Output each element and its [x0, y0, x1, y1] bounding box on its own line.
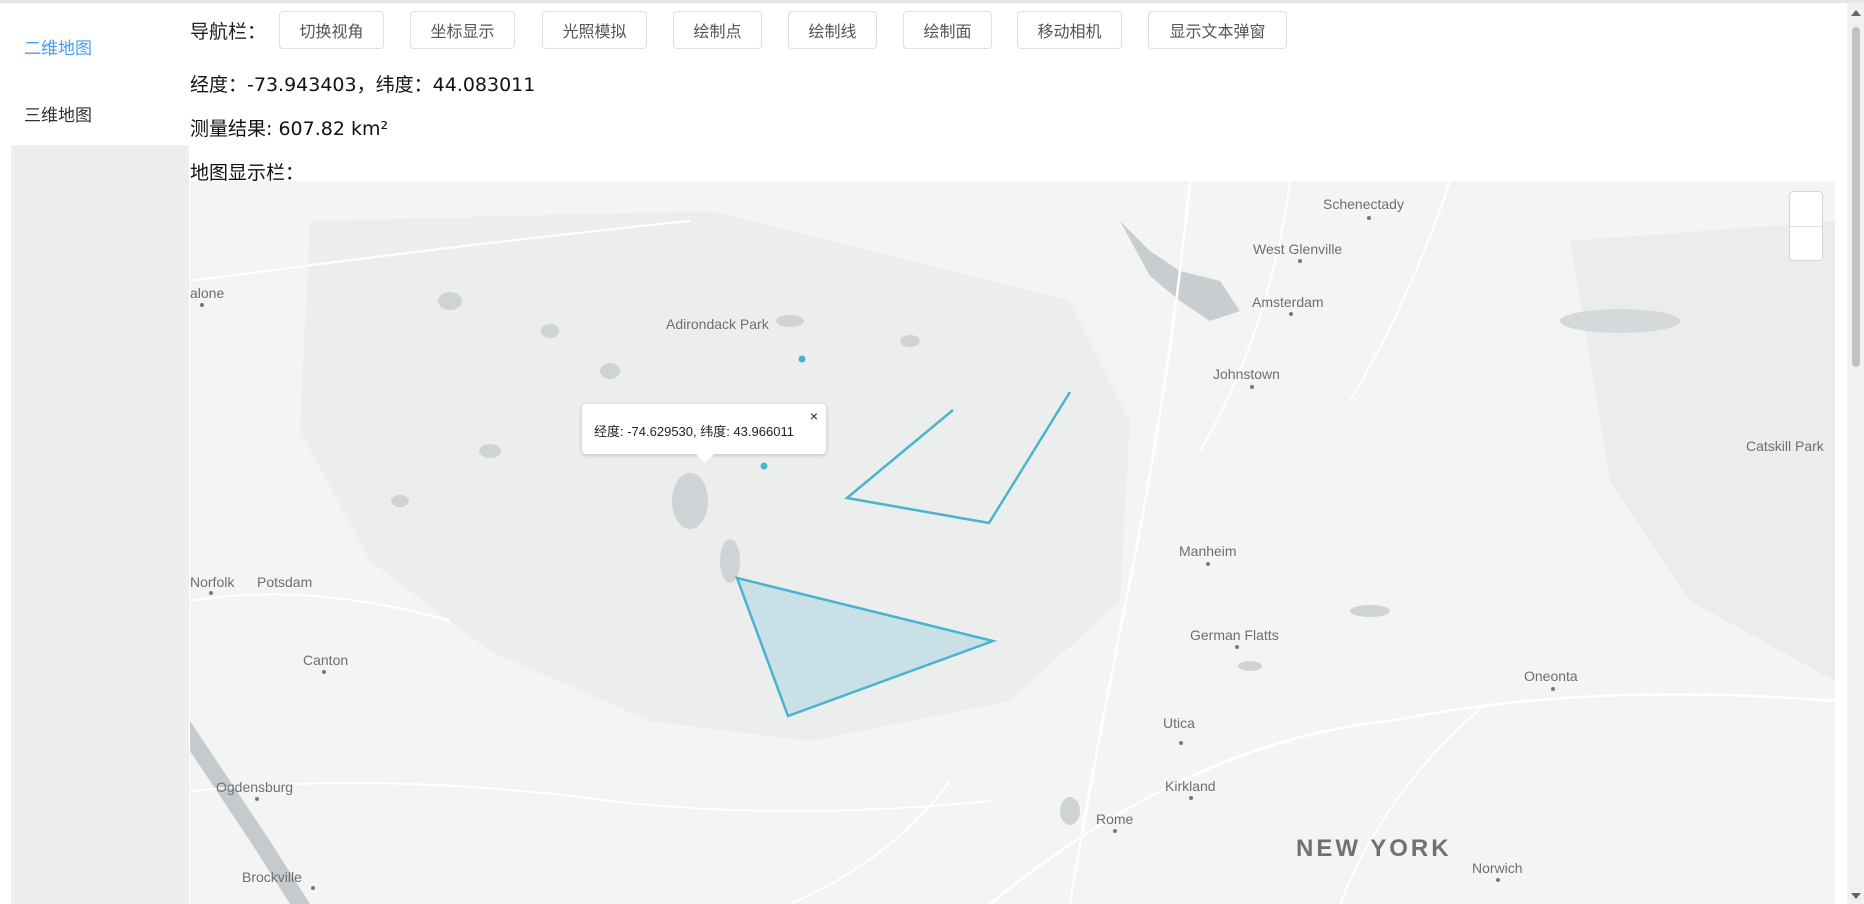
map-label: Johnstown	[1213, 366, 1280, 382]
map-label: Utica	[1163, 715, 1195, 731]
sidebar-item-2d-map[interactable]: 二维地图	[24, 34, 92, 59]
city-dot	[1235, 645, 1239, 649]
city-dot	[1289, 312, 1293, 316]
city-dot	[322, 670, 326, 674]
map-label: Adirondack Park	[666, 316, 769, 332]
city-dot	[1551, 687, 1555, 691]
coordinate-popup: 经度: -74.629530, 纬度: 43.966011 ×	[582, 404, 826, 463]
scrollbar-thumb[interactable]	[1852, 27, 1860, 367]
nav-label: 导航栏：	[190, 21, 267, 43]
draw-polygon-button[interactable]: 绘制面	[903, 11, 992, 49]
city-dot	[1298, 259, 1302, 263]
zoom-in-button[interactable]	[1790, 192, 1822, 227]
close-icon[interactable]: ×	[810, 408, 818, 424]
map-label: Schenectady	[1323, 196, 1404, 212]
popup-text: 经度: -74.629530, 纬度: 43.966011	[594, 424, 794, 439]
city-dot	[1179, 741, 1183, 745]
map-label: Brockville	[242, 869, 302, 885]
map-label: Rome	[1096, 811, 1134, 827]
zoom-out-button[interactable]	[1790, 227, 1822, 261]
popup-tip	[696, 454, 714, 463]
measure-result: 测量结果: 607.82 km²	[190, 118, 389, 140]
map-label: Norfolk	[190, 574, 235, 590]
show-text-popup-button[interactable]: 显示文本弹窗	[1148, 11, 1287, 49]
city-dot	[311, 886, 315, 890]
vertical-scrollbar[interactable]	[1847, 3, 1864, 904]
coordinates-readout: 经度：-73.943403，纬度：44.083011	[190, 74, 536, 96]
map-basemap	[190, 181, 1835, 904]
city-dot	[1367, 216, 1371, 220]
draw-point-button[interactable]: 绘制点	[673, 11, 762, 49]
map-label: Kirkland	[1165, 778, 1216, 794]
map-label: Canton	[303, 652, 349, 668]
city-dot	[200, 303, 204, 307]
map-label: German Flatts	[1190, 627, 1279, 643]
map-view[interactable]: Schenectady West Glenville Amsterdam alo…	[190, 181, 1835, 904]
city-dot	[1206, 562, 1210, 566]
map-label: Ogdensburg	[216, 779, 294, 795]
city-dot	[1189, 796, 1193, 800]
city-dot	[255, 797, 259, 801]
map-label: Amsterdam	[1252, 294, 1324, 310]
map-label: Manheim	[1179, 543, 1237, 559]
map-label: Catskill Park	[1746, 438, 1824, 454]
map-label: Norwich	[1472, 860, 1523, 876]
map-label: West Glenville	[1253, 241, 1343, 257]
city-dot	[1250, 385, 1254, 389]
map-label: Oneonta	[1524, 668, 1578, 684]
city-dot	[1496, 878, 1500, 882]
map-label: Potsdam	[257, 574, 313, 590]
city-dot	[1113, 829, 1117, 833]
map-label-state: NEW YORK	[1296, 835, 1452, 862]
scroll-up-arrow-icon[interactable]	[1851, 10, 1861, 16]
scroll-down-arrow-icon[interactable]	[1851, 893, 1861, 899]
show-coords-button[interactable]: 坐标显示	[410, 11, 515, 49]
light-sim-button[interactable]: 光照模拟	[542, 11, 647, 49]
map-label: alone	[190, 285, 225, 301]
sidebar-item-3d-map[interactable]: 三维地图	[24, 101, 92, 126]
move-camera-button[interactable]: 移动相机	[1017, 11, 1122, 49]
switch-view-button[interactable]: 切换视角	[279, 11, 384, 49]
sidebar-background	[11, 145, 189, 904]
zoom-control	[1789, 191, 1823, 261]
city-dot	[209, 591, 213, 595]
draw-line-button[interactable]: 绘制线	[788, 11, 877, 49]
